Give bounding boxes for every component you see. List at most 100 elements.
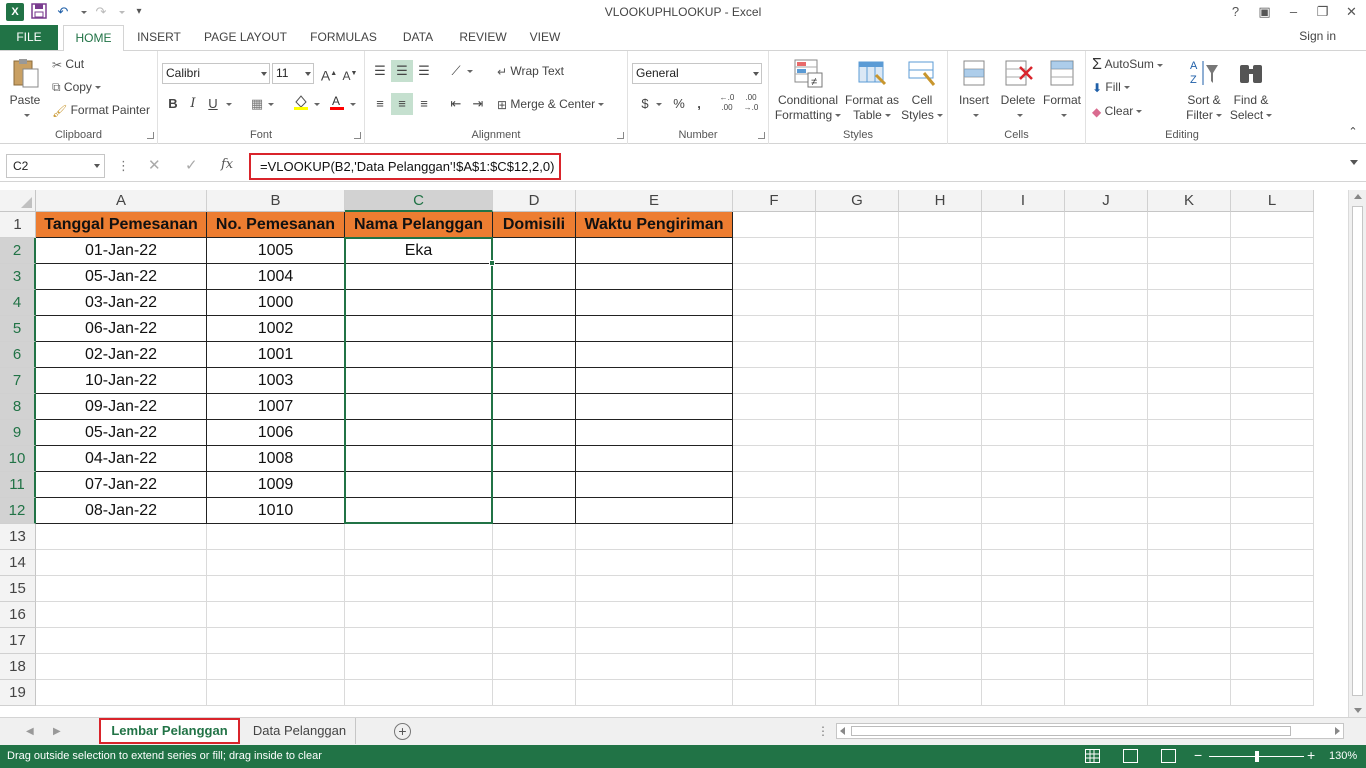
header-cell[interactable]: No. Pemesanan — [207, 212, 345, 238]
empty-cell[interactable] — [576, 654, 733, 680]
data-cell[interactable] — [345, 368, 493, 394]
empty-cell[interactable] — [576, 628, 733, 654]
empty-cell[interactable] — [982, 654, 1065, 680]
empty-cell[interactable] — [733, 524, 816, 550]
empty-cell[interactable] — [816, 680, 899, 706]
empty-cell[interactable] — [1148, 316, 1231, 342]
data-cell[interactable]: 10-Jan-22 — [36, 368, 207, 394]
align-center-icon[interactable]: ≡ — [391, 93, 413, 115]
data-cell[interactable]: Eka — [345, 238, 493, 264]
empty-cell[interactable] — [733, 654, 816, 680]
column-header[interactable]: L — [1231, 190, 1314, 212]
header-cell[interactable]: Tanggal Pemesanan — [36, 212, 207, 238]
empty-cell[interactable] — [1065, 420, 1148, 446]
column-header[interactable]: H — [899, 190, 982, 212]
data-cell[interactable] — [576, 238, 733, 264]
cell-styles-button[interactable]: Cell Styles — [901, 57, 943, 123]
row-header[interactable]: 5 — [0, 316, 36, 342]
middle-align-icon[interactable]: ☰ — [391, 60, 413, 82]
empty-cell[interactable] — [576, 524, 733, 550]
font-size-combo[interactable]: 11 — [272, 63, 314, 84]
empty-cell[interactable] — [207, 524, 345, 550]
column-header[interactable]: D — [493, 190, 576, 212]
zoom-level[interactable]: 130% — [1329, 750, 1357, 762]
empty-cell[interactable] — [816, 368, 899, 394]
insert-function-button[interactable]: fx — [221, 157, 233, 172]
row-header[interactable]: 6 — [0, 342, 36, 368]
top-align-icon[interactable]: ☰ — [369, 60, 391, 82]
empty-cell[interactable] — [816, 212, 899, 238]
row-header[interactable]: 9 — [0, 420, 36, 446]
empty-cell[interactable] — [816, 394, 899, 420]
empty-cell[interactable] — [899, 550, 982, 576]
data-cell[interactable] — [345, 394, 493, 420]
sort-filter-button[interactable]: AZ Sort & Filter — [1180, 57, 1228, 123]
row-header[interactable]: 18 — [0, 654, 36, 680]
vertical-scrollbar[interactable] — [1348, 190, 1366, 717]
enter-check-icon[interactable]: ✓ — [185, 156, 198, 174]
empty-cell[interactable] — [733, 212, 816, 238]
row-header[interactable]: 1 — [0, 212, 36, 238]
empty-cell[interactable] — [1148, 472, 1231, 498]
page-layout-view-icon[interactable] — [1123, 749, 1138, 763]
sheet-nav-prev-icon[interactable]: ◀ — [26, 726, 34, 737]
empty-cell[interactable] — [576, 680, 733, 706]
empty-cell[interactable] — [733, 238, 816, 264]
empty-cell[interactable] — [1148, 394, 1231, 420]
decrease-decimal-button[interactable]: .00 →.0 — [740, 93, 762, 115]
empty-cell[interactable] — [36, 524, 207, 550]
empty-cell[interactable] — [816, 654, 899, 680]
data-cell[interactable] — [345, 446, 493, 472]
data-cell[interactable]: 1006 — [207, 420, 345, 446]
empty-cell[interactable] — [493, 524, 576, 550]
empty-cell[interactable] — [733, 264, 816, 290]
empty-cell[interactable] — [1065, 316, 1148, 342]
empty-cell[interactable] — [899, 368, 982, 394]
row-header[interactable]: 12 — [0, 498, 36, 524]
data-cell[interactable]: 1000 — [207, 290, 345, 316]
empty-cell[interactable] — [345, 628, 493, 654]
data-cell[interactable] — [493, 264, 576, 290]
empty-cell[interactable] — [576, 602, 733, 628]
format-cells-button[interactable]: Format — [1040, 57, 1084, 123]
header-cell[interactable]: Waktu Pengiriman — [576, 212, 733, 238]
scroll-up-icon[interactable] — [1354, 194, 1362, 199]
column-header[interactable]: E — [576, 190, 733, 212]
empty-cell[interactable] — [1231, 654, 1314, 680]
empty-cell[interactable] — [899, 524, 982, 550]
close-icon[interactable]: ✕ — [1337, 0, 1366, 25]
insert-cells-button[interactable]: Insert — [952, 57, 996, 123]
empty-cell[interactable] — [1231, 680, 1314, 706]
new-sheet-icon[interactable]: + — [394, 723, 411, 740]
empty-cell[interactable] — [982, 368, 1065, 394]
row-header[interactable]: 11 — [0, 472, 36, 498]
empty-cell[interactable] — [899, 394, 982, 420]
empty-cell[interactable] — [1065, 472, 1148, 498]
sheet-tab-lembar-pelanggan[interactable]: Lembar Pelanggan — [99, 718, 240, 744]
alignment-launcher-icon[interactable] — [617, 132, 624, 139]
empty-cell[interactable] — [1065, 238, 1148, 264]
currency-dropdown-icon[interactable] — [652, 93, 662, 115]
row-header[interactable]: 14 — [0, 550, 36, 576]
empty-cell[interactable] — [733, 498, 816, 524]
column-header[interactable]: K — [1148, 190, 1231, 212]
empty-cell[interactable] — [1148, 238, 1231, 264]
help-button[interactable]: ? — [1221, 0, 1250, 25]
row-header[interactable]: 15 — [0, 576, 36, 602]
column-header[interactable]: I — [982, 190, 1065, 212]
formula-bar-grip-icon[interactable]: ⋮ — [117, 158, 130, 174]
name-box[interactable]: C2 — [6, 154, 105, 178]
cut-button[interactable]: ✂ Cut — [52, 57, 84, 72]
scroll-right-icon[interactable] — [1335, 727, 1340, 735]
empty-cell[interactable] — [982, 524, 1065, 550]
empty-cell[interactable] — [982, 238, 1065, 264]
data-cell[interactable] — [576, 472, 733, 498]
zoom-slider-thumb[interactable] — [1255, 751, 1259, 762]
empty-cell[interactable] — [1065, 654, 1148, 680]
empty-cell[interactable] — [1148, 602, 1231, 628]
column-header[interactable]: C — [345, 190, 493, 212]
empty-cell[interactable] — [207, 576, 345, 602]
increase-decimal-button[interactable]: ←.0 .00 — [716, 93, 738, 115]
merge-center-button[interactable]: ⊞ Merge & Center — [497, 97, 605, 112]
tab-page-layout[interactable]: PAGE LAYOUT — [203, 25, 288, 50]
